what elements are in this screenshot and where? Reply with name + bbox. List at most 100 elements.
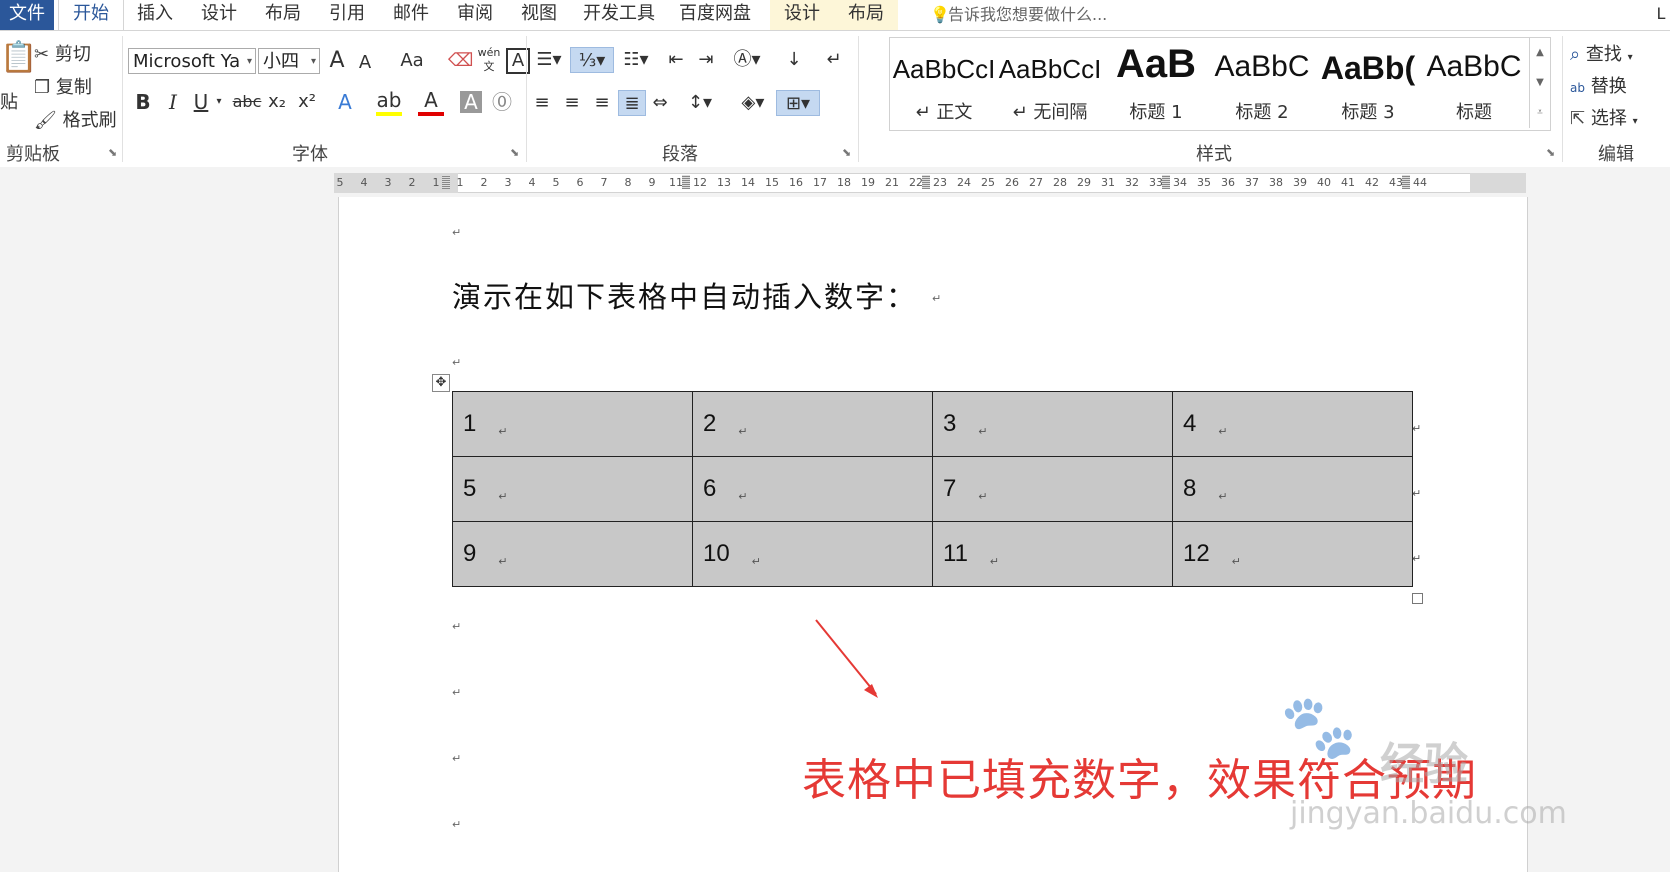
table-cell[interactable]: 4 ↵ bbox=[1172, 391, 1413, 457]
numbering-icon[interactable]: ⅓▾ bbox=[570, 47, 614, 73]
clipboard-launcher-icon[interactable]: ⬊ bbox=[108, 146, 117, 159]
subscript-button[interactable]: x₂ bbox=[264, 88, 290, 116]
table-cell[interactable]: 6 ↵ bbox=[692, 456, 933, 522]
ruler-number: 8 bbox=[624, 176, 632, 189]
tab-insert[interactable]: 插入 bbox=[128, 0, 182, 30]
tab-review[interactable]: 审阅 bbox=[448, 0, 502, 30]
format-painter-label: 格式刷 bbox=[62, 110, 117, 131]
style-title[interactable]: AaBbC 标题 bbox=[1420, 38, 1528, 128]
justify-icon[interactable]: ≣ bbox=[618, 90, 646, 116]
style-normal[interactable]: AaBbCcI ↵ 正文 bbox=[890, 38, 998, 128]
borders-icon[interactable]: ⊞▾ bbox=[776, 90, 820, 116]
strikethrough-button[interactable]: abc bbox=[230, 88, 264, 116]
character-shading-icon[interactable]: A bbox=[460, 91, 482, 113]
chevron-down-icon[interactable]: ▾ bbox=[212, 88, 226, 116]
show-marks-icon[interactable]: ↵ bbox=[822, 47, 846, 73]
tab-home[interactable]: 开始 bbox=[58, 0, 124, 31]
text-effects-icon[interactable]: A bbox=[332, 88, 358, 116]
gallery-more-icon[interactable]: ⩡ bbox=[1529, 98, 1550, 128]
gallery-up-icon[interactable]: ▲ bbox=[1529, 38, 1550, 68]
ruler-column-marker[interactable] bbox=[442, 175, 450, 189]
ruler-numbers: 5 4 3 2 1 1 2 3 4 5 6 7 8 9 11 12 13 14 15 16 17 18 19 21 22 23 24… bbox=[0, 173, 1670, 193]
align-left-icon[interactable]: ≡ bbox=[530, 90, 554, 116]
highlight-color-icon[interactable]: ab bbox=[376, 88, 402, 116]
table-cell[interactable]: 10 ↵ bbox=[692, 521, 933, 587]
cut-button[interactable]: ✂ 剪切 bbox=[34, 40, 91, 66]
table-cell[interactable]: 7 ↵ bbox=[932, 456, 1173, 522]
table-cell[interactable]: 9 ↵ bbox=[452, 521, 693, 587]
font-launcher-icon[interactable]: ⬊ bbox=[510, 146, 519, 159]
superscript-button[interactable]: x² bbox=[294, 88, 320, 116]
enclose-characters-icon[interactable]: ⓪ bbox=[490, 88, 514, 116]
tab-design[interactable]: 设计 bbox=[192, 0, 246, 30]
style-no-spacing[interactable]: AaBbCcI ↵ 无间隔 bbox=[996, 38, 1104, 128]
document-table[interactable]: 1 ↵ 2 ↵ 3 ↵ 4 ↵ 5 ↵ 6 ↵ 7 ↵ 8 ↵ 9 ↵ 10 ↵ 11 ↵ 12 ↵ bbox=[452, 391, 1413, 587]
sort-icon[interactable]: ↓ bbox=[782, 47, 806, 73]
tab-mailings[interactable]: 邮件 bbox=[384, 0, 438, 30]
paragraph-mark: ↵ bbox=[932, 292, 942, 305]
font-name-combo[interactable]: Microsoft Ya ▾ bbox=[128, 48, 256, 74]
phonetic-guide-button[interactable]: wén 文 bbox=[476, 46, 502, 73]
ruler-column-marker[interactable] bbox=[1162, 175, 1170, 189]
align-right-icon[interactable]: ≡ bbox=[590, 90, 614, 116]
account-initial[interactable]: L bbox=[1654, 0, 1668, 30]
style-sample: AaBb( bbox=[1320, 50, 1416, 86]
chinese-layout-icon[interactable]: Ⓐ▾ bbox=[728, 47, 766, 73]
bold-button[interactable]: B bbox=[132, 88, 154, 116]
ruler-column-marker[interactable] bbox=[1402, 175, 1410, 189]
document-heading[interactable]: 演示在如下表格中自动插入数字： bbox=[452, 274, 917, 316]
line-spacing-icon[interactable]: ↕▾ bbox=[682, 90, 718, 116]
align-center-icon[interactable]: ≡ bbox=[560, 90, 584, 116]
paragraph-launcher-icon[interactable]: ⬊ bbox=[842, 146, 851, 159]
select-button[interactable]: ⇱ 选择 ▾ bbox=[1570, 104, 1638, 130]
table-resize-handle[interactable] bbox=[1412, 593, 1423, 604]
paste-label[interactable]: 贴 bbox=[0, 88, 18, 114]
font-size-combo[interactable]: 小四 ▾ bbox=[258, 48, 320, 74]
shading-icon[interactable]: ◈▾ bbox=[734, 90, 772, 116]
italic-button[interactable]: I bbox=[162, 88, 184, 116]
tab-table-layout[interactable]: 布局 bbox=[834, 0, 898, 30]
tab-file[interactable]: 文件 bbox=[0, 0, 54, 30]
table-move-handle-icon[interactable]: ✥ bbox=[432, 374, 450, 392]
gallery-down-icon[interactable]: ▼ bbox=[1529, 68, 1550, 98]
font-color-icon[interactable]: A bbox=[418, 88, 444, 116]
ruler-number: 39 bbox=[1293, 176, 1307, 189]
decrease-indent-icon[interactable]: ⇤ bbox=[664, 47, 688, 73]
increase-indent-icon[interactable]: ⇥ bbox=[694, 47, 718, 73]
table-cell[interactable]: 5 ↵ bbox=[452, 456, 693, 522]
replace-button[interactable]: ab 替换 bbox=[1570, 72, 1627, 98]
find-button[interactable]: ⌕ 查找 ▾ bbox=[1570, 40, 1633, 66]
distributed-icon[interactable]: ⇔ bbox=[648, 90, 672, 116]
table-cell[interactable]: 2 ↵ bbox=[692, 391, 933, 457]
bullets-icon[interactable]: ☰▾ bbox=[532, 47, 566, 73]
multilevel-list-icon[interactable]: ☷▾ bbox=[618, 47, 654, 73]
styles-launcher-icon[interactable]: ⬊ bbox=[1546, 146, 1555, 159]
copy-button[interactable]: ❐ 复制 bbox=[34, 73, 92, 99]
tab-layout[interactable]: 布局 bbox=[256, 0, 310, 30]
ruler-number: 34 bbox=[1173, 176, 1187, 189]
table-cell[interactable]: 12 ↵ bbox=[1172, 521, 1413, 587]
tab-references[interactable]: 引用 bbox=[320, 0, 374, 30]
underline-button[interactable]: U bbox=[190, 88, 212, 116]
tell-me-box[interactable]: 💡告诉我您想要做什么... bbox=[930, 4, 1107, 26]
change-case-button[interactable]: Aa bbox=[392, 48, 432, 74]
table-cell[interactable]: 1 ↵ bbox=[452, 391, 693, 457]
table-cell[interactable]: 3 ↵ bbox=[932, 391, 1173, 457]
ruler-column-marker[interactable] bbox=[682, 175, 690, 189]
clear-formatting-icon[interactable]: ⌫ bbox=[448, 48, 473, 74]
tab-developer[interactable]: 开发工具 bbox=[576, 0, 662, 30]
tab-table-design[interactable]: 设计 bbox=[770, 0, 834, 30]
grow-font-icon: A bbox=[329, 48, 345, 73]
shrink-font-button[interactable]: A bbox=[354, 50, 376, 76]
tab-view[interactable]: 视图 bbox=[512, 0, 566, 30]
paste-icon[interactable]: 📋 bbox=[0, 40, 37, 75]
style-heading-1[interactable]: AaB 标题 1 bbox=[1102, 38, 1210, 128]
style-heading-2[interactable]: AaBbC 标题 2 bbox=[1208, 38, 1316, 128]
tab-baidu-netdisk[interactable]: 百度网盘 bbox=[672, 0, 758, 30]
table-cell[interactable]: 8 ↵ bbox=[1172, 456, 1413, 522]
table-cell[interactable]: 11 ↵ bbox=[932, 521, 1173, 587]
ruler-column-marker[interactable] bbox=[922, 175, 930, 189]
format-painter-button[interactable]: 🖌 格式刷 bbox=[34, 106, 117, 132]
style-heading-3[interactable]: AaBb( 标题 3 bbox=[1314, 38, 1422, 128]
grow-font-button[interactable]: A bbox=[326, 48, 348, 74]
